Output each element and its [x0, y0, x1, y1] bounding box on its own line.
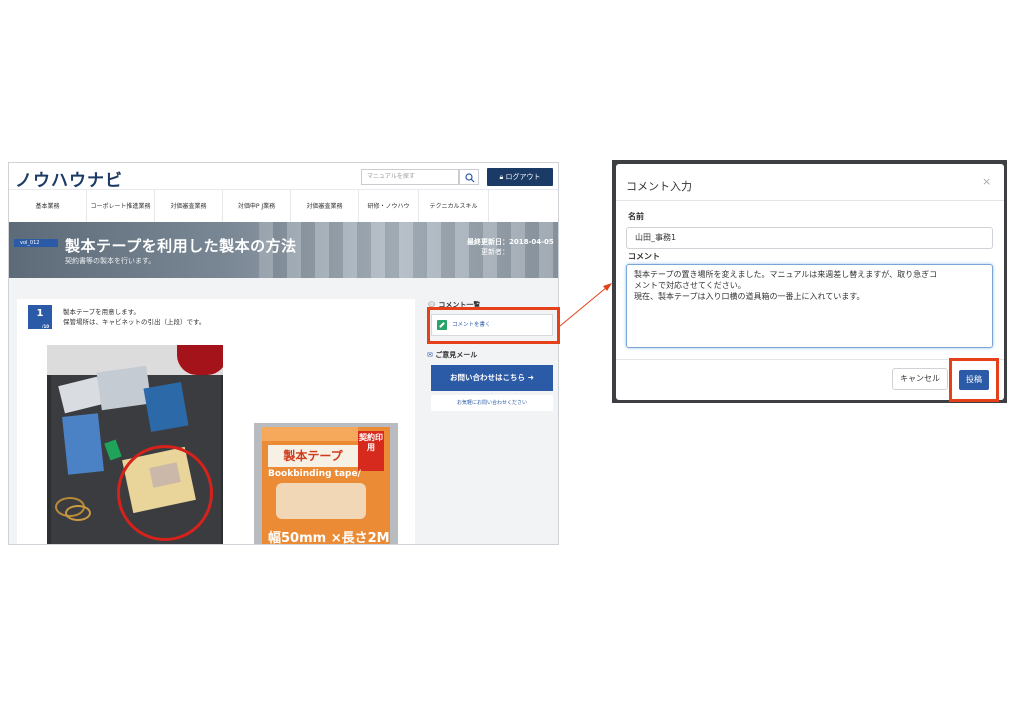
- comment-line-3: 現在、製本テープは入り口横の道具箱の一番上に入れています。: [634, 292, 865, 301]
- comment-label: コメント: [628, 252, 660, 261]
- comment-line-2: メントで対応させてください。: [634, 281, 746, 290]
- comment-textarea[interactable]: 製本テープの置き場所を変えました。マニュアルは来週差し替えますが、取り急ぎコ メ…: [626, 264, 993, 348]
- post-button-highlight: [949, 358, 999, 402]
- name-field[interactable]: 山田_事務1: [626, 227, 993, 249]
- comment-line-1: 製本テープの置き場所を変えました。マニュアルは来週差し替えますが、取り急ぎコ: [634, 270, 938, 279]
- name-label: 名前: [628, 212, 644, 221]
- comment-modal: コメント入力 × 名前 山田_事務1 コメント 製本テープの置き場所を変えました…: [616, 164, 1004, 400]
- comment-modal-screenshot: コメント入力 × 名前 山田_事務1 コメント 製本テープの置き場所を変えました…: [612, 160, 1007, 403]
- modal-title: コメント入力: [626, 180, 692, 193]
- cancel-button[interactable]: キャンセル: [892, 368, 948, 390]
- close-icon[interactable]: ×: [982, 175, 991, 188]
